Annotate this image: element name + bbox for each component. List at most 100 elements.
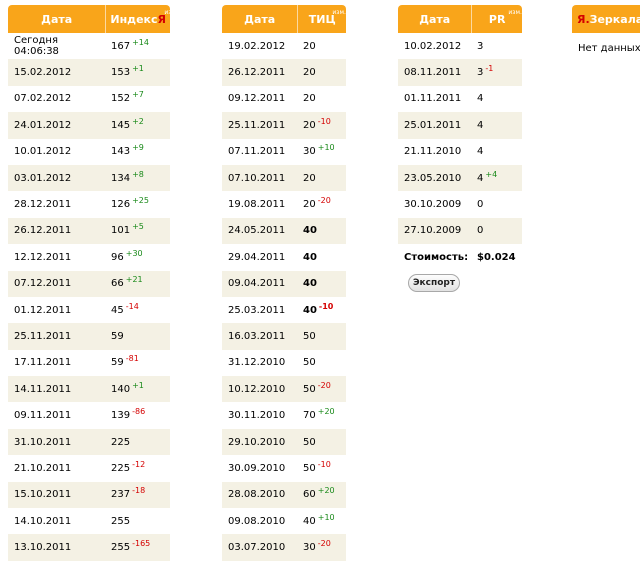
table-row: 25.11.2011 20 -10 — [222, 112, 346, 139]
table-row: 10.02.2012 3 — [398, 33, 522, 59]
row-value-cell: 3 — [472, 41, 522, 52]
row-date: 25.03.2011 — [228, 304, 286, 316]
row-value: 4 — [477, 172, 484, 184]
row-date: 09.12.2011 — [228, 93, 286, 105]
table-header: Дата ТИЦ изм. — [222, 5, 346, 33]
row-date: 31.10.2011 — [14, 436, 72, 448]
row-value: 167 — [111, 40, 131, 52]
row-value-cell: 101 +5 — [106, 222, 170, 236]
row-value: 50 — [303, 436, 316, 448]
row-change: -20 — [317, 539, 331, 549]
row-value-cell: 4 — [472, 146, 522, 157]
row-change: +21 — [125, 275, 143, 285]
row-value: 30 — [303, 542, 316, 554]
row-value-cell: 30 -20 — [298, 539, 346, 554]
row-value: 60 — [303, 489, 316, 501]
change-column-label: изм. — [164, 9, 178, 16]
row-change: +20 — [317, 486, 335, 496]
column-header-mirrors[interactable]: Я. Зеркала — [572, 5, 640, 33]
row-date: 12.12.2011 — [14, 251, 72, 263]
table-body: Сегодня 04:06:38 167 +14 15.02.2012 153 +1 07.… — [8, 33, 170, 561]
row-date: 03.07.2010 — [228, 542, 286, 554]
row-change: +2 — [132, 116, 144, 126]
row-date: 07.02.2012 — [14, 93, 72, 105]
table-row: 07.10.2011 20 — [222, 164, 346, 192]
table-row: 24.05.2011 40 — [222, 217, 346, 245]
table-row: 01.11.2011 4 — [398, 86, 522, 112]
row-value-cell: 139 -86 — [106, 407, 170, 421]
table-header: Я. Зеркала — [572, 5, 640, 33]
table-row: 23.05.2010 4 +4 — [398, 164, 522, 192]
row-value: 40 — [303, 278, 317, 290]
table-row: 07.12.2011 66 +21 — [8, 270, 170, 297]
row-date: 21.11.2010 — [404, 146, 462, 158]
row-change: +7 — [132, 90, 144, 100]
table-row: 29.10.2010 50 — [222, 428, 346, 456]
table-header: Дата PR изм. — [398, 5, 522, 33]
row-value: 140 — [111, 383, 131, 395]
row-date: 27.10.2009 — [404, 225, 462, 237]
row-value: 20 — [303, 172, 316, 184]
column-header-date[interactable]: Дата — [398, 5, 473, 33]
row-date: 09.08.2010 — [228, 515, 286, 527]
export-button[interactable]: Экспорт — [408, 274, 460, 293]
row-value-cell: 153 +1 — [106, 64, 170, 78]
row-date: 25.11.2011 — [228, 119, 286, 131]
table-row: 28.12.2011 126 +25 — [8, 191, 170, 217]
row-value: 70 — [303, 410, 316, 422]
column-header-pr[interactable]: PR изм. — [472, 5, 522, 33]
row-value-cell: 96 +30 — [106, 248, 170, 263]
row-value: 50 — [303, 383, 316, 395]
row-value: 45 — [111, 304, 124, 316]
row-date: Сегодня 04:06:38 — [14, 35, 59, 58]
column-header-yandex-index[interactable]: Индекс Я изм. — [106, 5, 178, 33]
row-date: 14.11.2011 — [14, 383, 72, 395]
row-value: 20 — [303, 199, 316, 211]
table-header: Дата Индекс Я изм. — [8, 5, 178, 33]
row-value: 126 — [111, 199, 131, 211]
column-header-date[interactable]: Дата — [222, 5, 299, 33]
column-header-date[interactable]: Дата — [8, 5, 107, 33]
row-change: +30 — [125, 248, 143, 258]
row-value: 4 — [477, 93, 484, 105]
row-date: 10.12.2010 — [228, 383, 286, 395]
cost-row: Стоимость: $0.024 — [398, 244, 522, 270]
table-row: 26.12.2011 20 — [222, 59, 346, 86]
row-value: 255 — [111, 515, 131, 527]
row-value-cell: 20 — [298, 41, 346, 52]
row-date: 30.10.2009 — [404, 199, 462, 211]
column-header-tic[interactable]: ТИЦ изм. — [298, 5, 346, 33]
row-date: 31.12.2010 — [228, 357, 286, 369]
table-row: 17.11.2011 59 -81 — [8, 350, 170, 376]
row-value-cell: 225 — [106, 437, 170, 448]
row-value-cell: 20 -10 — [298, 117, 346, 131]
row-date: 15.02.2012 — [14, 67, 72, 79]
row-value: 3 — [477, 40, 484, 52]
row-value-cell: 70 +20 — [298, 407, 346, 422]
pagerank-table: Дата PR изм. 10.02.2012 3 08.11.2011 3 -1 01.… — [398, 5, 522, 293]
row-value-cell: 140 +1 — [106, 381, 170, 395]
row-change: -20 — [317, 380, 331, 390]
empty-state-text: Нет данных — [578, 42, 640, 54]
row-value: 20 — [303, 40, 316, 52]
column-header-label: Зеркала — [589, 12, 640, 26]
row-value-cell: 20 — [298, 67, 346, 78]
table-row: 01.12.2011 45 -14 — [8, 297, 170, 323]
row-date: 16.03.2011 — [228, 330, 286, 342]
row-value-cell: 4 — [472, 120, 522, 131]
row-value-cell: 40 — [298, 225, 346, 236]
row-change: +25 — [132, 196, 149, 206]
table-row: 08.11.2011 3 -1 — [398, 59, 522, 86]
row-value-cell: 145 +2 — [106, 116, 170, 131]
table-row: 30.09.2010 50 -10 — [222, 455, 346, 481]
table-row: 15.10.2011 237 -18 — [8, 481, 170, 509]
row-date: 29.04.2011 — [228, 251, 286, 263]
tic-table: Дата ТИЦ изм. 19.02.2012 20 26.12.2011 20 09… — [222, 5, 346, 561]
row-date: 21.10.2011 — [14, 462, 72, 474]
row-value-cell: 4 +4 — [472, 170, 522, 184]
row-value: 66 — [111, 278, 124, 290]
table-row: 29.04.2011 40 — [222, 244, 346, 270]
row-value: 145 — [111, 119, 131, 131]
row-value-cell: 66 +21 — [106, 275, 170, 290]
row-value: 50 — [303, 330, 316, 342]
